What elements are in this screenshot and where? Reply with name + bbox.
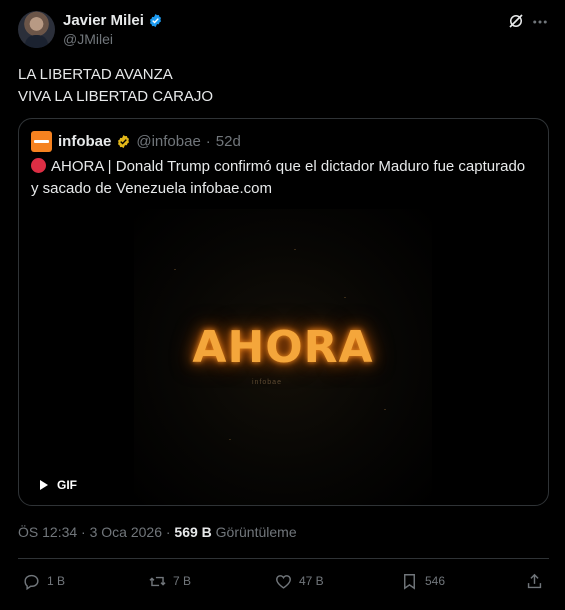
- author-row: Javier Milei: [63, 12, 163, 29]
- action-bar: 1 B 7 B 47 B 546: [0, 567, 565, 595]
- share-button[interactable]: [525, 567, 544, 595]
- views-label: Görüntüleme: [211, 524, 297, 540]
- quote-separator: ·: [205, 133, 211, 150]
- reply-icon: [24, 574, 39, 590]
- tweet-line: VIVA LA LIBERTAD CARAJO: [18, 88, 214, 105]
- gif-label: GIF: [57, 478, 77, 492]
- play-icon: [40, 480, 48, 490]
- media-watermark: infobae: [252, 379, 282, 386]
- quote-author-handle: @infobae: [136, 133, 201, 150]
- quote-text-block: AHORA | Donald Trump confirmó que el dic…: [31, 156, 536, 200]
- share-icon: [527, 573, 542, 588]
- quote-author-name: infobae: [58, 133, 112, 150]
- repost-count: 7 B: [173, 574, 192, 588]
- avatar[interactable]: [18, 11, 55, 48]
- verified-icon: [149, 13, 161, 28]
- tweet: Javier Milei @JMilei LA LIBERTAD AVANZA …: [0, 0, 565, 610]
- timestamp[interactable]: ÖS 12:34 · 3 Oca 2026 ·: [18, 524, 174, 540]
- like-count: 47 B: [299, 574, 324, 588]
- views-count: 569 B: [174, 524, 212, 540]
- media-headline: AHORA: [192, 322, 374, 373]
- author-handle[interactable]: @JMilei: [63, 31, 113, 47]
- repost-button[interactable]: 7 B: [148, 567, 191, 595]
- quote-time: 52d: [215, 133, 241, 150]
- quote-text: AHORA | Donald Trump confirmó que el dic…: [31, 158, 526, 197]
- quoted-tweet[interactable]: infobae @infobae · 52d AHORA | Donald Tr…: [18, 118, 549, 506]
- grok-icon[interactable]: [507, 12, 525, 30]
- more-icon[interactable]: [531, 13, 549, 31]
- tweet-meta: ÖS 12:34 · 3 Oca 2026 · 569 B Görüntülem…: [18, 524, 297, 540]
- infobae-logo: [31, 131, 52, 152]
- like-button[interactable]: 47 B: [274, 567, 324, 595]
- reply-button[interactable]: 1 B: [22, 567, 65, 595]
- gif-badge[interactable]: GIF: [31, 473, 87, 497]
- reply-count: 1 B: [47, 574, 66, 588]
- bookmark-count: 546: [425, 574, 446, 588]
- gif-media[interactable]: AHORA infobae: [134, 209, 432, 505]
- quote-header: infobae @infobae · 52d: [31, 131, 241, 152]
- divider: [18, 558, 549, 559]
- bookmark-icon: [404, 573, 415, 590]
- like-icon: [276, 574, 291, 589]
- tweet-line: LA LIBERTAD AVANZA: [18, 66, 173, 83]
- author-name[interactable]: Javier Milei: [63, 12, 144, 29]
- repost-icon: [149, 576, 166, 586]
- red-circle-icon: [31, 158, 46, 173]
- tweet-text: LA LIBERTAD AVANZA VIVA LA LIBERTAD CARA…: [18, 64, 213, 108]
- bookmark-button[interactable]: 546: [400, 567, 445, 595]
- verified-icon: [118, 134, 130, 149]
